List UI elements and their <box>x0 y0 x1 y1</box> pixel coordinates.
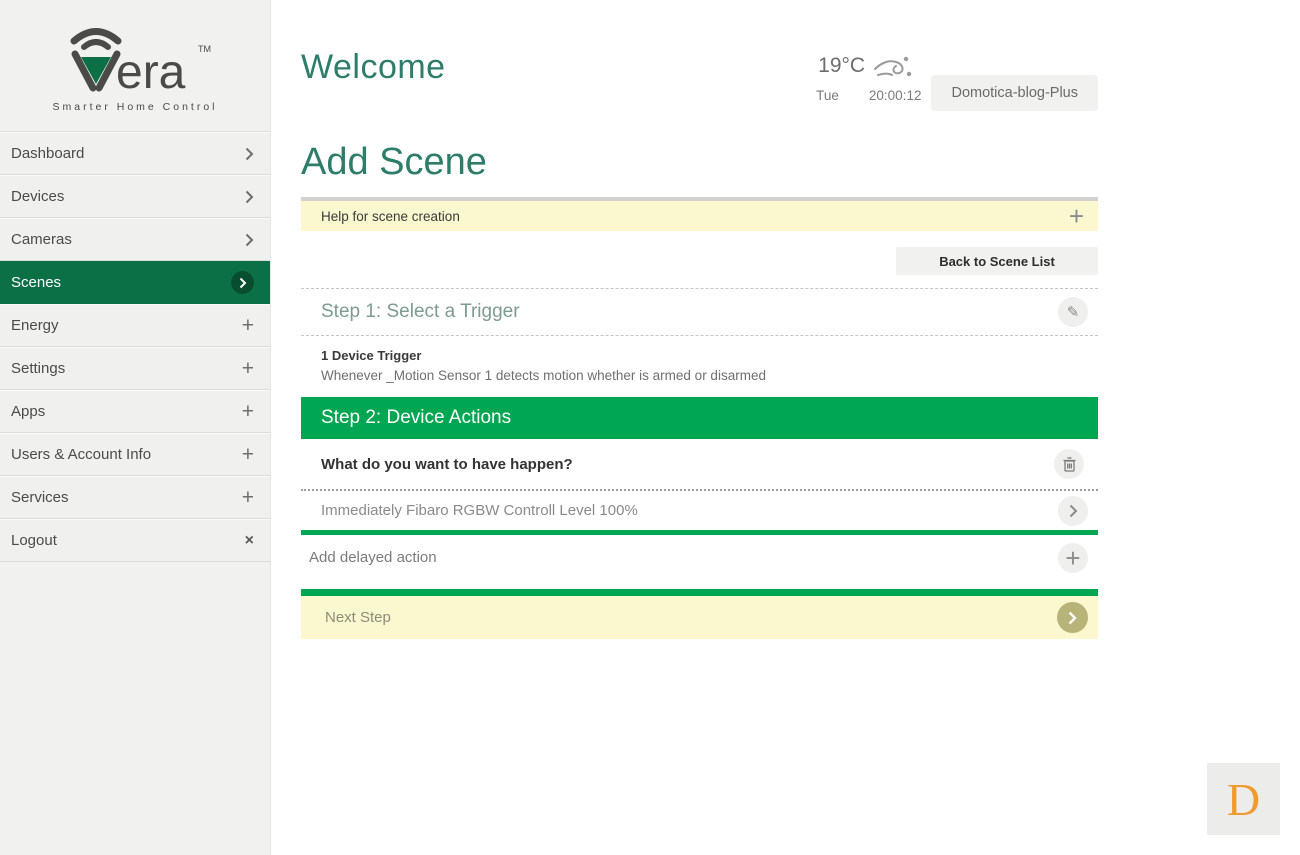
clock-time: 20:00:12 <box>869 88 922 103</box>
pencil-icon: ✎ <box>1067 303 1080 321</box>
sidebar-item-users-account-info[interactable]: Users & Account Info + <box>0 433 270 476</box>
svg-text:era: era <box>116 46 186 99</box>
immediate-action-row[interactable]: Immediately Fibaro RGBW Controll Level 1… <box>301 491 1098 535</box>
sidebar-item-devices[interactable]: Devices <box>0 175 270 218</box>
trash-icon <box>1063 457 1076 472</box>
sidebar: era TM Smarter Home Control Dashboard De… <box>0 0 271 855</box>
vera-logo-icon: era TM <box>56 26 214 100</box>
page-title: Add Scene <box>301 141 1098 184</box>
brand-tagline: Smarter Home Control <box>52 101 217 113</box>
controller-selector-button[interactable]: Domotica-blog-Plus <box>931 75 1098 111</box>
plus-icon: + <box>242 401 254 422</box>
plus-icon: + <box>1065 545 1080 571</box>
sidebar-item-services[interactable]: Services + <box>0 476 270 519</box>
chevron-right-circle-icon <box>231 271 254 294</box>
plus-icon: + <box>242 444 254 465</box>
add-delayed-action-row[interactable]: Add delayed action + <box>301 535 1098 580</box>
weather-panel: 19°C Tue 20:00:12 <box>816 52 1098 103</box>
close-icon: × <box>245 533 254 549</box>
back-to-scene-list-button[interactable]: Back to Scene List <box>896 247 1098 275</box>
plus-icon: + <box>242 358 254 379</box>
temperature-value: 19°C <box>818 54 865 78</box>
main-content: Welcome 19°C <box>272 0 1300 855</box>
trigger-summary: 1 Device Trigger Whenever _Motion Sensor… <box>301 336 1098 397</box>
next-step-label: Next Step <box>325 609 391 626</box>
chevron-right-icon <box>1069 504 1078 518</box>
d-overlay-badge[interactable]: D <box>1207 763 1280 835</box>
step1-title: Step 1: Select a Trigger <box>321 301 520 323</box>
svg-text:TM: TM <box>198 44 211 54</box>
sidebar-item-settings[interactable]: Settings + <box>0 347 270 390</box>
plus-icon: + <box>242 487 254 508</box>
add-delayed-action-button[interactable]: + <box>1058 543 1088 573</box>
edit-trigger-button[interactable]: ✎ <box>1058 297 1088 327</box>
d-badge-letter: D <box>1227 773 1260 826</box>
sidebar-item-dashboard[interactable]: Dashboard <box>0 132 270 175</box>
action-question-row: What do you want to have happen? <box>301 439 1098 489</box>
nextstep-accent-bar <box>301 589 1098 596</box>
immediate-action-label: Immediately Fibaro RGBW Controll Level 1… <box>321 502 638 519</box>
sidebar-item-scenes[interactable]: Scenes <box>0 261 270 304</box>
open-action-button[interactable] <box>1058 496 1088 526</box>
sidebar-menu: Dashboard Devices Cameras Scenes Energy <box>0 131 270 562</box>
welcome-title: Welcome <box>301 48 446 87</box>
wind-icon <box>873 52 913 80</box>
delete-action-button[interactable] <box>1054 449 1084 479</box>
chevron-right-icon <box>245 190 254 204</box>
help-for-scene-creation-bar[interactable]: Help for scene creation + <box>301 197 1098 231</box>
page-header: Welcome 19°C <box>301 48 1098 103</box>
help-bar-label: Help for scene creation <box>321 209 460 224</box>
chevron-right-icon <box>245 147 254 161</box>
trigger-count-label: 1 Device Trigger <box>321 348 1098 363</box>
weekday-label: Tue <box>816 88 839 103</box>
sidebar-item-energy[interactable]: Energy + <box>0 304 270 347</box>
step2-header: Step 2: Device Actions <box>301 397 1098 439</box>
next-step-arrow-button[interactable] <box>1057 602 1088 633</box>
sidebar-item-cameras[interactable]: Cameras <box>0 218 270 261</box>
chevron-right-icon <box>245 233 254 247</box>
sidebar-item-logout[interactable]: Logout × <box>0 519 270 562</box>
sidebar-item-apps[interactable]: Apps + <box>0 390 270 433</box>
chevron-right-icon <box>1068 611 1077 625</box>
trigger-description: Whenever _Motion Sensor 1 detects motion… <box>321 368 1098 383</box>
expand-help-plus-icon[interactable]: + <box>1069 203 1084 229</box>
plus-icon: + <box>242 315 254 336</box>
action-question: What do you want to have happen? <box>321 456 573 473</box>
step2-title: Step 2: Device Actions <box>321 407 511 429</box>
step1-header: Step 1: Select a Trigger ✎ <box>301 288 1098 336</box>
vera-logo: era TM Smarter Home Control <box>0 0 270 131</box>
next-step-button[interactable]: Next Step <box>301 596 1098 639</box>
add-delayed-action-label: Add delayed action <box>309 549 437 566</box>
